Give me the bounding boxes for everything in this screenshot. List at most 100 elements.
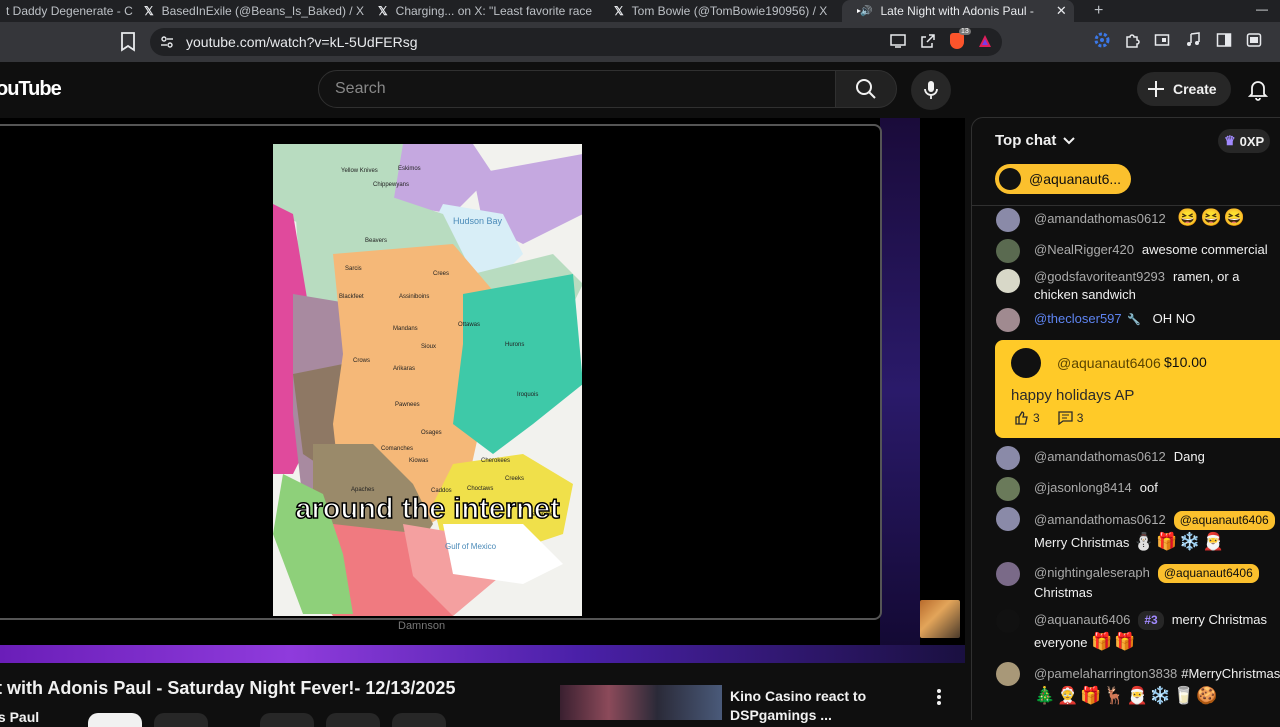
tab-late-night-active[interactable]: 🔊 Late Night with Adonis Paul - ✕ bbox=[842, 0, 1074, 22]
tab-basedinexile[interactable]: 𝕏 BasedInExile (@Beans_Is_Baked) / X bbox=[134, 0, 368, 22]
xp-badge[interactable]: ♛ 0XP bbox=[1218, 129, 1271, 153]
chat-author[interactable]: @nightingaleseraph bbox=[1034, 565, 1150, 580]
search-button[interactable] bbox=[835, 70, 897, 108]
x-logo-icon: 𝕏 bbox=[614, 4, 624, 18]
chat-text: awesome commercial bbox=[1141, 242, 1268, 257]
bell-icon bbox=[1248, 81, 1268, 101]
avatar[interactable] bbox=[996, 208, 1020, 232]
avatar[interactable] bbox=[996, 662, 1020, 686]
channel-name[interactable]: is Paul bbox=[0, 709, 39, 725]
avatar[interactable] bbox=[996, 507, 1020, 531]
microphone-icon bbox=[924, 81, 938, 99]
superchat-amount: $10.00 bbox=[1164, 354, 1207, 370]
share-button[interactable] bbox=[260, 713, 314, 727]
recommended-title-line1: Kino Casino react to bbox=[730, 688, 867, 704]
close-tab-icon[interactable]: ✕ bbox=[1056, 3, 1067, 19]
chat-author[interactable]: @pamelaharrington3838 bbox=[1034, 666, 1177, 681]
url-bar[interactable]: youtube.com/watch?v=kL-5UdFERsg 13 bbox=[150, 28, 1002, 56]
chat-author[interactable]: @amandathomas0612 bbox=[1034, 449, 1166, 464]
video-player[interactable]: Eskimos Yellow Knives Chippewyans Hudson… bbox=[0, 118, 965, 663]
more-actions-button[interactable] bbox=[392, 713, 446, 727]
map-graphic bbox=[273, 144, 582, 616]
create-button[interactable]: Create bbox=[1137, 72, 1231, 106]
avatar[interactable] bbox=[996, 477, 1020, 501]
tab-charging[interactable]: 𝕏 Charging... on X: "Least favorite race bbox=[368, 0, 604, 22]
like-count: 3 bbox=[1033, 411, 1040, 425]
avatar[interactable] bbox=[996, 446, 1020, 470]
map-label: Comanches bbox=[381, 446, 414, 452]
subscribe-button[interactable] bbox=[88, 713, 142, 727]
superchat-actions: 3 3 bbox=[1015, 411, 1083, 425]
superchat-ticker[interactable]: @aquanaut6... bbox=[995, 164, 1131, 194]
minimize-window-icon[interactable]: — bbox=[1256, 2, 1268, 16]
map-label: Hudson Bay bbox=[453, 216, 503, 226]
save-button[interactable] bbox=[326, 713, 380, 727]
superchat-author[interactable]: @aquanaut6406 bbox=[1057, 355, 1161, 371]
like-button[interactable] bbox=[154, 713, 208, 727]
chat-author[interactable]: @godsfavoriteant9293 bbox=[1034, 269, 1165, 284]
chat-author[interactable]: @aquanaut6406 bbox=[1034, 612, 1130, 627]
chat-author[interactable]: @amandathomas0612 bbox=[1034, 512, 1166, 527]
mention-chip[interactable]: @aquanaut6406 bbox=[1173, 511, 1275, 530]
avatar[interactable] bbox=[996, 609, 1020, 633]
x-logo-icon: 𝕏 bbox=[378, 4, 388, 18]
avatar[interactable] bbox=[996, 239, 1020, 263]
tab-tombowie[interactable]: 𝕏 Tom Bowie (@TomBowie190956) / X bbox=[604, 0, 842, 22]
new-tab-button[interactable]: + bbox=[1094, 2, 1103, 20]
avatar[interactable] bbox=[996, 269, 1020, 293]
tab-degenerate[interactable]: t Daddy Degenerate - C bbox=[0, 0, 134, 22]
chat-author[interactable]: @NealRigger420 bbox=[1034, 242, 1134, 257]
reply-count: 3 bbox=[1076, 411, 1084, 425]
tab-label: Tom Bowie (@TomBowie190956) / X bbox=[631, 4, 828, 18]
wallet-extension-icon[interactable] bbox=[1246, 32, 1262, 48]
create-label: Create bbox=[1173, 81, 1217, 97]
map-label: Osages bbox=[421, 430, 442, 436]
browser-tab-bar: t Daddy Degenerate - C 𝕏 BasedInExile (@… bbox=[0, 0, 1280, 22]
chat-emojis: 🎄🤶🎁🦌🎅❄️🥛🍪 bbox=[1034, 686, 1220, 705]
site-settings-icon[interactable] bbox=[160, 35, 174, 49]
reply-control[interactable]: 3 bbox=[1058, 411, 1084, 425]
reply-comment-icon bbox=[1058, 411, 1073, 425]
avatar[interactable] bbox=[1011, 348, 1041, 378]
media-controls-icon[interactable] bbox=[1184, 32, 1202, 48]
wallet-icon[interactable] bbox=[1154, 32, 1170, 48]
native-tribes-map: Eskimos Yellow Knives Chippewyans Hudson… bbox=[273, 144, 582, 616]
sidebar-toggle-icon[interactable] bbox=[1216, 32, 1232, 48]
map-label: Iroquois bbox=[517, 392, 539, 398]
map-label: Choctaws bbox=[467, 486, 494, 492]
chat-author[interactable]: @amandathomas0612 bbox=[1034, 211, 1166, 226]
youtube-logo[interactable]: ouTube bbox=[0, 78, 62, 101]
map-label: Yellow Knives bbox=[341, 168, 378, 174]
ticker-strip: @aquanaut6... bbox=[972, 164, 1280, 206]
voice-search-button[interactable] bbox=[911, 70, 951, 110]
search-box[interactable] bbox=[318, 70, 836, 108]
recommended-title[interactable]: Kino Casino react to DSPgamings ... bbox=[730, 687, 866, 725]
search-input[interactable] bbox=[335, 80, 835, 98]
membership-badge: #3 bbox=[1138, 611, 1164, 630]
share-icon[interactable] bbox=[920, 33, 936, 49]
bookmark-icon[interactable] bbox=[120, 32, 136, 52]
tab-label: BasedInExile (@Beans_Is_Baked) / X bbox=[161, 4, 364, 18]
map-label: Cherokees bbox=[481, 458, 511, 464]
video-caption: around the internet bbox=[295, 492, 561, 526]
extensions-puzzle-icon[interactable] bbox=[1124, 32, 1140, 48]
notifications-button[interactable] bbox=[1244, 76, 1272, 104]
top-chat-dropdown[interactable]: Top chat bbox=[995, 132, 1076, 149]
wrench-icon: 🔧 bbox=[1127, 314, 1141, 326]
live-chat: Top chat ♛ 0XP @aquanaut6... @amandathom… bbox=[971, 117, 1280, 720]
superchat-card[interactable]: @aquanaut6406 $10.00 happy holidays AP 3… bbox=[995, 340, 1280, 438]
brave-shield-icon[interactable]: 13 bbox=[950, 28, 971, 49]
brave-rewards-icon[interactable] bbox=[978, 34, 992, 48]
like-control[interactable]: 3 bbox=[1015, 411, 1040, 425]
mention-chip[interactable]: @aquanaut6406 bbox=[1157, 564, 1259, 583]
cast-icon[interactable] bbox=[890, 34, 906, 48]
recommended-thumbnail[interactable] bbox=[560, 685, 722, 720]
avatar[interactable] bbox=[996, 308, 1020, 332]
settings-gear-icon[interactable] bbox=[1094, 32, 1110, 48]
address-bar-row: youtube.com/watch?v=kL-5UdFERsg 13 bbox=[0, 22, 1280, 62]
chat-author[interactable]: @jasonlong8414 bbox=[1034, 480, 1132, 495]
more-options-icon[interactable] bbox=[934, 687, 944, 707]
chat-author-moderator[interactable]: @thecloser597 bbox=[1034, 311, 1122, 326]
avatar[interactable] bbox=[996, 562, 1020, 586]
map-label: Kiowas bbox=[409, 458, 429, 464]
